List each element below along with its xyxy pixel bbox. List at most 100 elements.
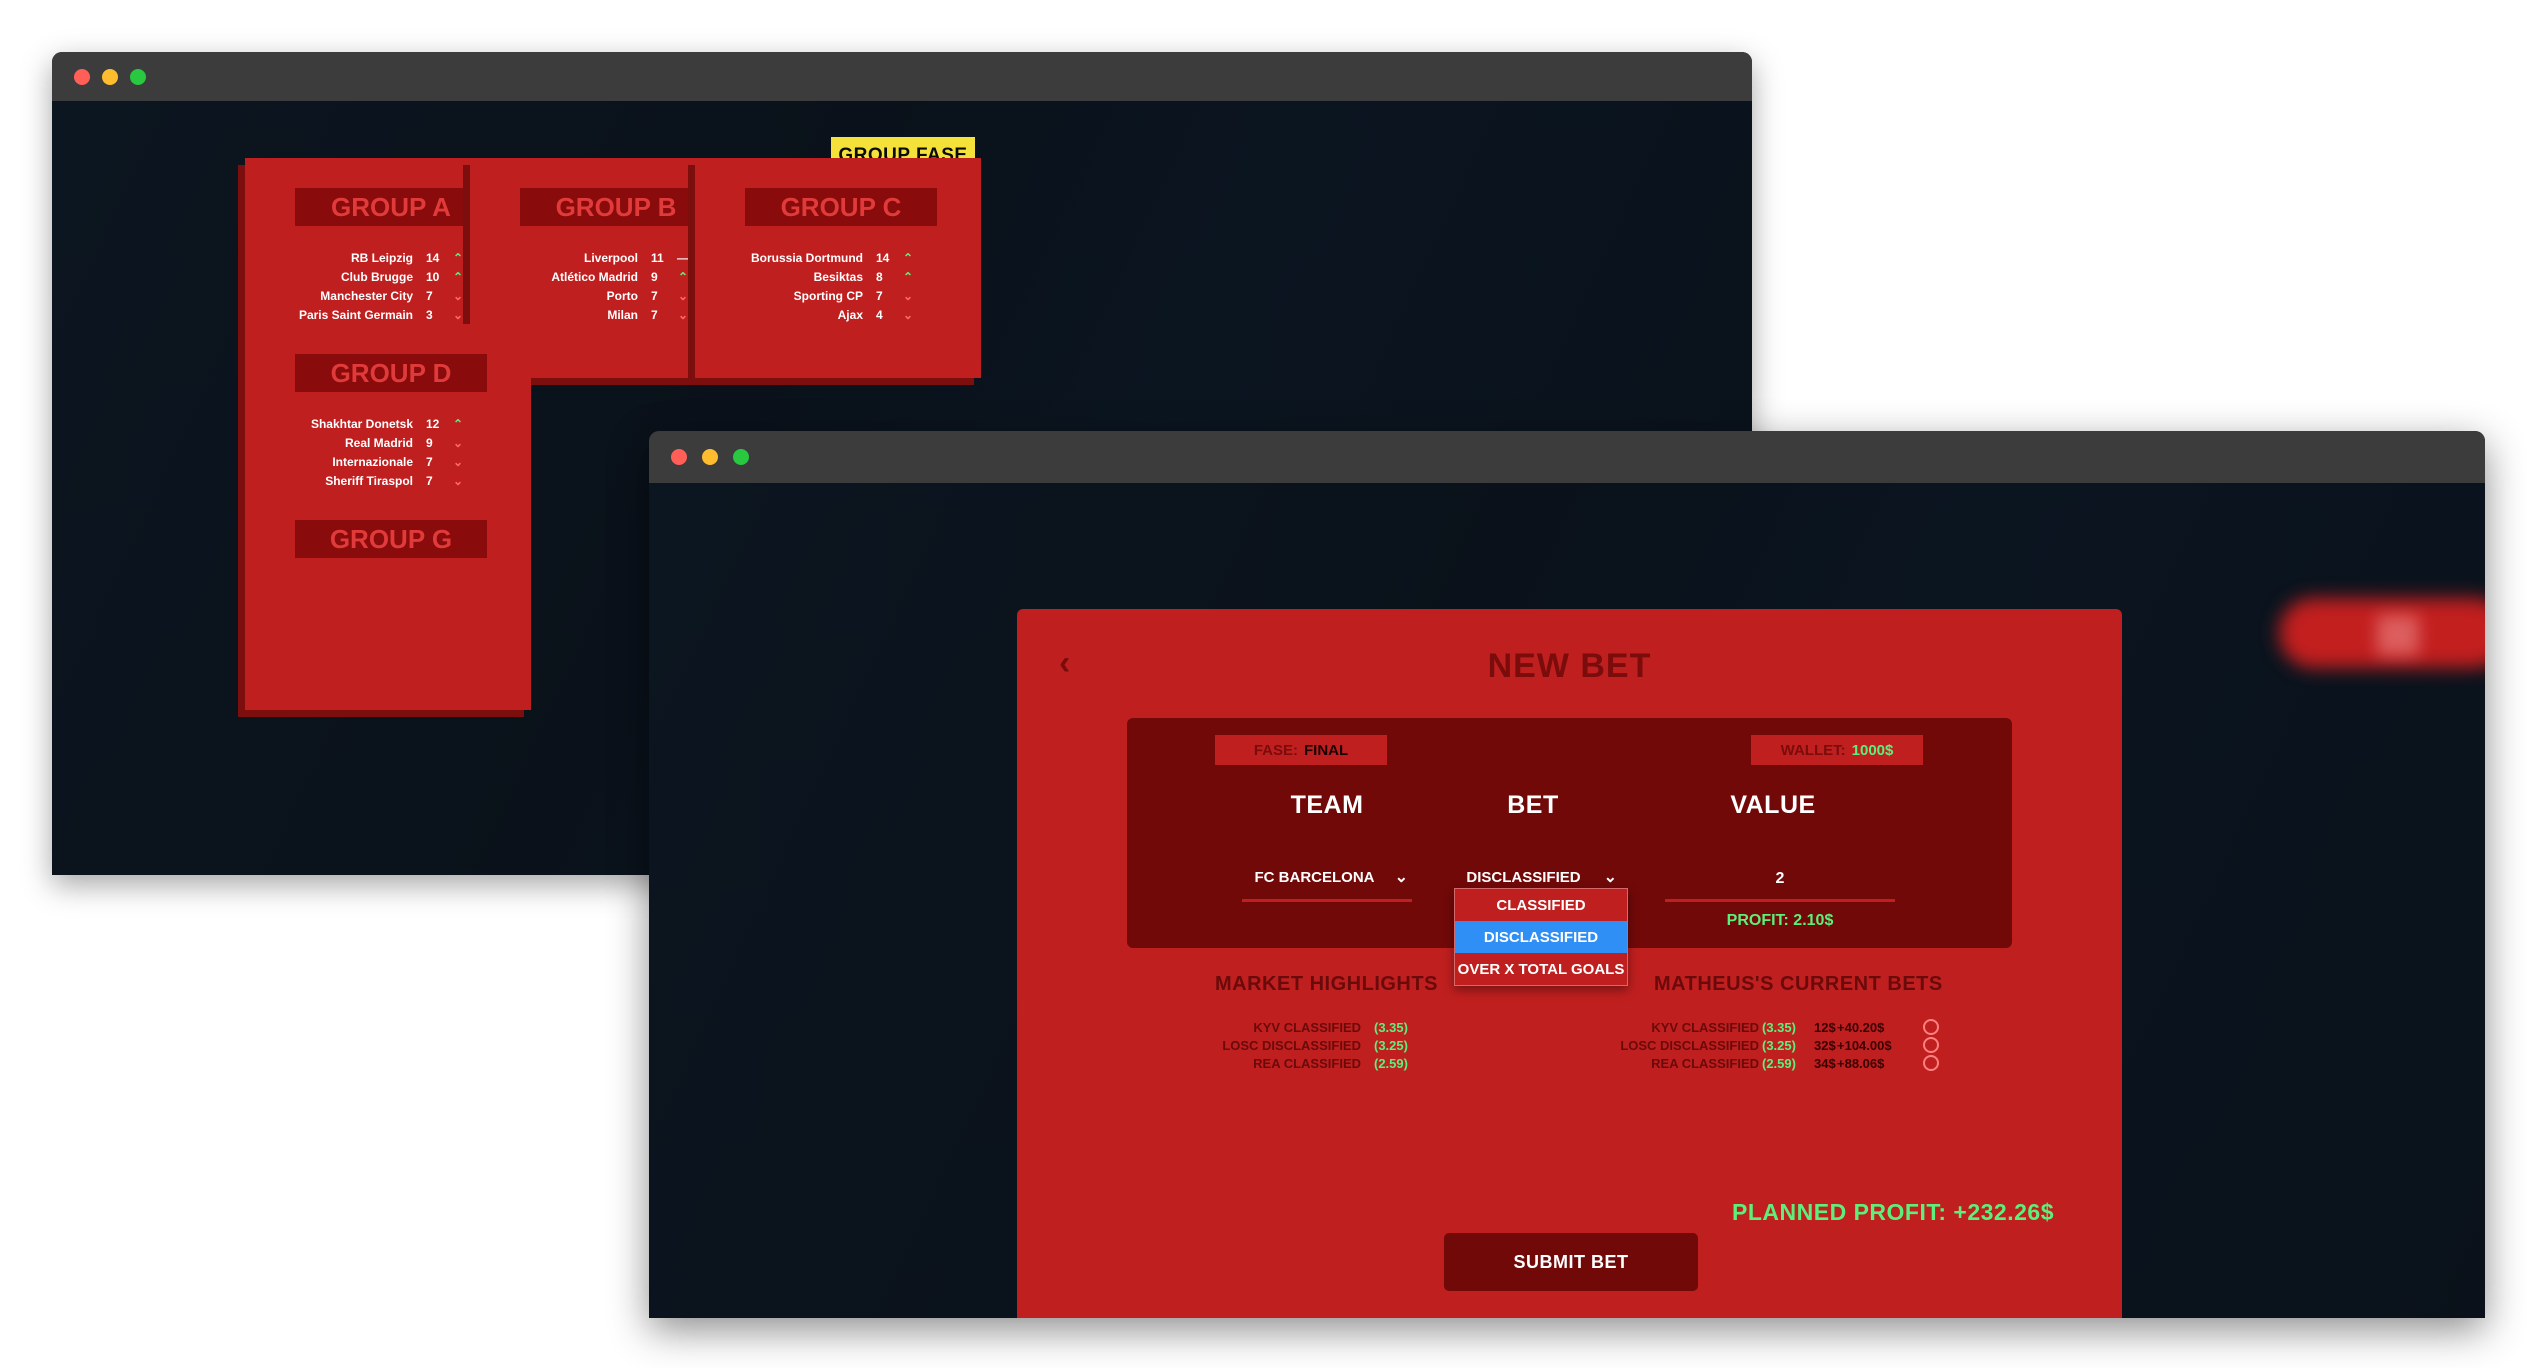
- new-bet-panel: ‹ NEW BET FASE: FINAL WALLET: 1000$ TEAM…: [1017, 609, 2122, 1318]
- market-highlight-row[interactable]: REA CLASSIFIED (2.59): [1217, 1056, 1427, 1076]
- current-bet-row: REA CLASSIFIED (2.59) 34$ +88.06$: [1617, 1055, 1957, 1076]
- group-card[interactable]: GROUP C Borussia Dortmund 14 ⌃ Besiktas 8 ⌃ Spo…: [695, 158, 981, 378]
- team-points: 9: [651, 270, 658, 284]
- team-points: 7: [426, 289, 433, 303]
- current-bet-label: LOSC DISCLASSIFIED: [1620, 1038, 1759, 1053]
- blurred-back-link: [704, 558, 944, 584]
- team-points: 14: [876, 251, 890, 265]
- chevron-down-icon: ⌄: [452, 474, 464, 488]
- standing-row: Besiktas 8 ⌃: [695, 270, 981, 289]
- dash-icon: —: [677, 251, 689, 265]
- chevron-up-icon: ⌃: [902, 251, 914, 265]
- team-points: 10: [426, 270, 440, 284]
- standing-row: Borussia Dortmund 14 ⌃: [695, 251, 981, 270]
- team-points: 7: [651, 308, 658, 322]
- bet-type-dropdown: CLASSIFIED DISCLASSIFIED OVER X TOTAL GOAL…: [1454, 888, 1628, 986]
- maximize-window-button[interactable]: [130, 69, 146, 85]
- current-bet-label: REA CLASSIFIED: [1651, 1056, 1759, 1071]
- team-name: RB Leipzig: [351, 251, 413, 265]
- blurred-pill-icon: [2377, 615, 2419, 655]
- bet-type-option[interactable]: CLASSIFIED: [1455, 889, 1627, 921]
- current-bet-row: LOSC DISCLASSIFIED (3.25) 32$ +104.00$: [1617, 1037, 1957, 1058]
- chevron-down-icon: ⌄: [452, 455, 464, 469]
- team-select[interactable]: FC BARCELONA ⌄: [1242, 863, 1412, 902]
- minimize-window-button[interactable]: [702, 449, 718, 465]
- remove-bet-icon[interactable]: [1923, 1037, 1939, 1053]
- current-bet-row: KYV CLASSIFIED (3.35) 12$ +40.20$: [1617, 1019, 1957, 1040]
- bet-type-option[interactable]: OVER X TOTAL GOALS: [1455, 953, 1627, 985]
- team-name: Borussia Dortmund: [750, 251, 863, 265]
- team-name: Ajax: [837, 308, 863, 322]
- market-highlights-title: MARKET HIGHLIGHTS: [1215, 973, 1438, 995]
- phase-value: FINAL: [1304, 741, 1349, 759]
- wallet-value: 1000$: [1851, 741, 1894, 759]
- title-bar: [52, 52, 1752, 101]
- team-name: Sheriff Tiraspol: [325, 474, 413, 488]
- team-points: 8: [876, 270, 883, 284]
- standings-list: Borussia Dortmund 14 ⌃ Besiktas 8 ⌃ Sporting C…: [695, 251, 981, 327]
- chevron-up-icon: ⌃: [452, 270, 464, 284]
- remove-bet-icon[interactable]: [1923, 1019, 1939, 1035]
- group-title: GROUP C: [745, 188, 937, 226]
- standing-row: Shakhtar Donetsk 12 ⌃: [245, 417, 531, 436]
- group-title: GROUP D: [295, 354, 487, 392]
- team-name: Paris Saint Germain: [298, 308, 413, 322]
- chevron-up-icon: ⌃: [677, 270, 689, 284]
- team-points: 7: [651, 289, 658, 303]
- team-name: Shakhtar Donetsk: [310, 417, 413, 431]
- wallet-label: WALLET:: [1780, 741, 1846, 759]
- team-name: Porto: [606, 289, 638, 303]
- current-bet-odd: (2.59): [1762, 1056, 1796, 1071]
- maximize-window-button[interactable]: [733, 449, 749, 465]
- market-highlight-row[interactable]: KYV CLASSIFIED (3.35): [1217, 1020, 1427, 1040]
- team-name: Real Madrid: [344, 436, 413, 450]
- team-points: 12: [426, 417, 440, 431]
- team-points: 7: [426, 474, 433, 488]
- market-highlight-row[interactable]: LOSC DISCLASSIFIED (3.25): [1217, 1038, 1427, 1058]
- minimize-window-button[interactable]: [102, 69, 118, 85]
- current-bet-odd: (3.25): [1762, 1038, 1796, 1053]
- profit-preview: PROFIT: 2.10$: [1726, 912, 1834, 929]
- team-points: 7: [876, 289, 883, 303]
- chevron-down-icon: ⌄: [677, 289, 689, 303]
- current-bet-gain: +40.20$: [1837, 1020, 1885, 1035]
- chevron-up-icon: ⌃: [452, 251, 464, 265]
- current-bet-label: KYV CLASSIFIED: [1651, 1020, 1759, 1035]
- chevron-down-icon: ⌄: [1394, 869, 1408, 886]
- team-points: 9: [426, 436, 433, 450]
- standings-list: Shakhtar Donetsk 12 ⌃ Real Madrid 9 ⌄ Internaz…: [245, 417, 531, 493]
- value-input[interactable]: 2: [1665, 863, 1895, 902]
- bet-type-option[interactable]: DISCLASSIFIED: [1455, 921, 1627, 953]
- new-bet-window: ‹ NEW BET FASE: FINAL WALLET: 1000$ TEAM…: [649, 431, 2485, 1318]
- group-title: GROUP A: [295, 188, 487, 226]
- current-bet-stake: 32$: [1814, 1038, 1836, 1053]
- team-points: 14: [426, 251, 440, 265]
- chevron-down-icon: ⌄: [677, 308, 689, 322]
- remove-bet-icon[interactable]: [1923, 1055, 1939, 1071]
- group-card[interactable]: GROUP G: [245, 490, 531, 710]
- current-bet-stake: 34$: [1814, 1056, 1836, 1071]
- chevron-down-icon: ⌄: [902, 308, 914, 322]
- chevron-up-icon: ⌃: [902, 270, 914, 284]
- value-column-header: VALUE: [1730, 791, 1816, 819]
- team-name: Internazionale: [332, 455, 413, 469]
- team-name: Sporting CP: [793, 289, 863, 303]
- bet-type-select-value: DISCLASSIFIED: [1466, 869, 1581, 886]
- group-title: GROUP G: [295, 520, 487, 558]
- standing-row: Sporting CP 7 ⌄: [695, 289, 981, 308]
- chevron-up-icon: ⌃: [452, 417, 464, 431]
- standing-row: Internazionale 7 ⌄: [245, 455, 531, 474]
- standing-row: Real Madrid 9 ⌄: [245, 436, 531, 455]
- close-window-button[interactable]: [74, 69, 90, 85]
- team-points: 4: [876, 308, 883, 322]
- team-points: 3: [426, 308, 433, 322]
- team-name: Atlético Madrid: [551, 270, 638, 284]
- current-bet-gain: +104.00$: [1837, 1038, 1892, 1053]
- market-label: LOSC DISCLASSIFIED: [1222, 1038, 1361, 1053]
- chevron-down-icon: ⌄: [452, 308, 464, 322]
- team-name: Milan: [607, 308, 638, 322]
- submit-bet-button[interactable]: SUBMIT BET: [1444, 1233, 1698, 1291]
- close-window-button[interactable]: [671, 449, 687, 465]
- phase-label: FASE:: [1253, 741, 1298, 759]
- current-bets-title: MATHEUS'S CURRENT BETS: [1654, 973, 1943, 995]
